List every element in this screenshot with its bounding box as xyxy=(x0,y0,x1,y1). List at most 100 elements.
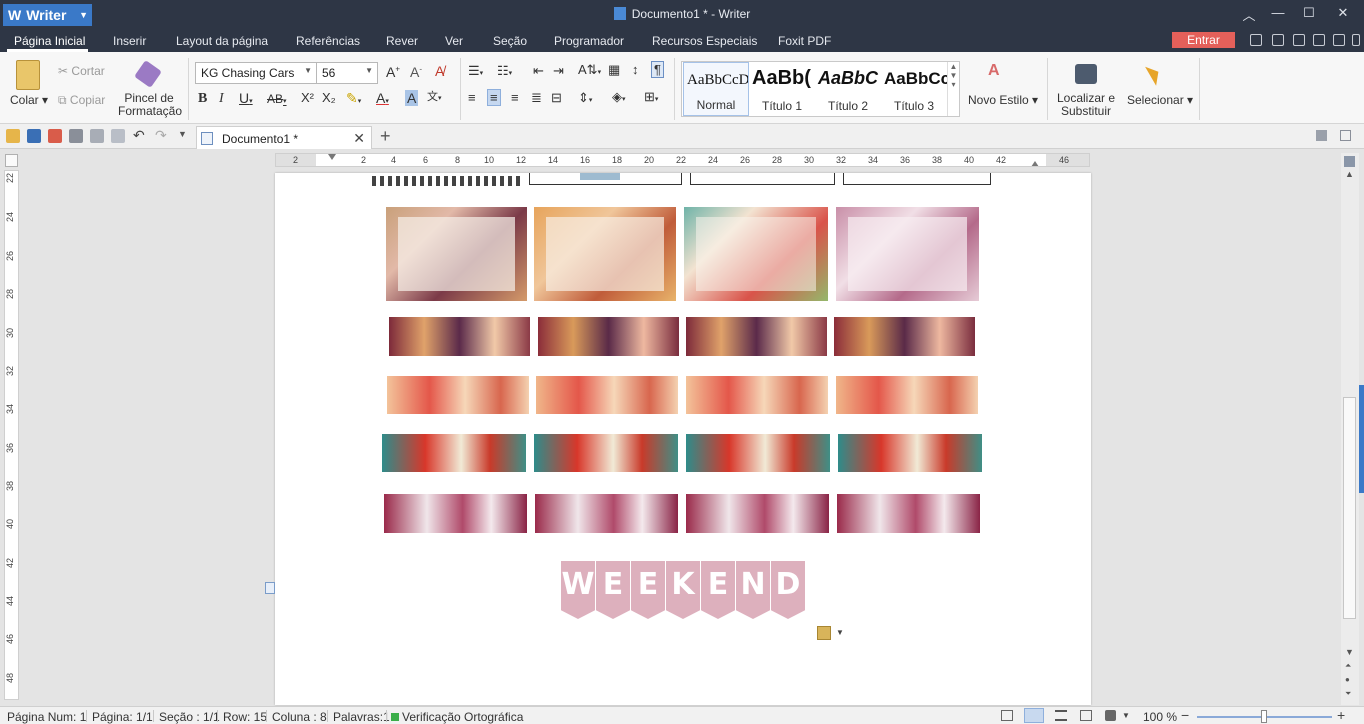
vertical-ruler[interactable]: 22 24 26 28 30 32 34 36 38 40 42 44 46 4… xyxy=(4,170,19,700)
dotted-border-image[interactable] xyxy=(372,176,520,186)
label-frame-image[interactable] xyxy=(529,173,682,185)
find-replace-button[interactable]: Localizar e Substituir xyxy=(1056,92,1116,118)
export-pdf-icon[interactable] xyxy=(48,129,62,143)
superscript-icon[interactable]: X² xyxy=(301,90,314,105)
document-page[interactable]: W E E K E N D ▼ xyxy=(275,173,1091,705)
maximize-button[interactable]: ☐ xyxy=(1294,5,1324,21)
close-button[interactable]: ✕ xyxy=(1328,5,1358,21)
floral-strip-image[interactable] xyxy=(535,494,678,533)
zoom-out-icon[interactable]: − xyxy=(1181,707,1189,723)
tab-inserir[interactable]: Inserir xyxy=(113,34,146,48)
floral-card-image[interactable] xyxy=(684,207,828,301)
format-painter-icon[interactable] xyxy=(134,60,162,88)
tab-list-icon[interactable] xyxy=(1316,130,1327,141)
show-marks-icon[interactable]: ¶ xyxy=(651,61,664,78)
highlight-icon[interactable]: ✎▾ xyxy=(346,90,361,107)
italic-icon[interactable]: I xyxy=(219,91,224,107)
paragraph-shading-icon[interactable]: ◈▾ xyxy=(612,89,626,105)
cart-icon[interactable] xyxy=(1250,34,1262,46)
phonetic-guide-icon[interactable]: 文▾ xyxy=(427,88,442,104)
floral-strip-image[interactable] xyxy=(836,376,978,414)
navigation-pane-icon[interactable] xyxy=(1344,156,1355,167)
floral-strip-image[interactable] xyxy=(384,494,527,533)
tab-programador[interactable]: Programador xyxy=(554,34,624,48)
horizontal-ruler[interactable]: 2 2 4 6 8 10 12 14 16 18 20 22 24 26 28 … xyxy=(275,153,1090,167)
paste-icon[interactable] xyxy=(16,60,40,90)
vertical-scrollbar[interactable]: ▲ ▼ ⏶ ● ⏷ xyxy=(1341,153,1359,705)
floral-strip-image[interactable] xyxy=(389,317,530,356)
table-grid-icon[interactable]: ▦ xyxy=(608,62,620,78)
tab-pagina-inicial[interactable]: Página Inicial xyxy=(14,34,85,48)
floral-strip-image[interactable] xyxy=(838,434,982,472)
floral-strip-image[interactable] xyxy=(834,317,975,356)
cut-button[interactable]: ✂ Cortar xyxy=(58,64,105,78)
floral-strip-image[interactable] xyxy=(538,317,679,356)
next-page-icon[interactable]: ⏷ xyxy=(1345,689,1351,699)
new-tab-icon[interactable]: + xyxy=(380,126,391,147)
scroll-up-icon[interactable]: ▲ xyxy=(1345,169,1354,179)
borders-icon[interactable]: ⊞▾ xyxy=(644,89,658,105)
zoom-level[interactable]: 100 % xyxy=(1143,710,1177,724)
print-preview-icon[interactable] xyxy=(90,129,104,143)
account-icon[interactable] xyxy=(1293,34,1305,46)
font-color-icon[interactable]: A▾ xyxy=(376,90,389,106)
open-folder-icon[interactable] xyxy=(6,129,20,143)
chevron-down-icon[interactable]: ▼ xyxy=(1122,711,1130,720)
tab-rever[interactable]: Rever xyxy=(386,34,418,48)
login-button[interactable]: Entrar xyxy=(1172,32,1235,48)
floral-strip-image[interactable] xyxy=(534,434,678,472)
styles-scroll[interactable]: ▲ ▼ ▾ xyxy=(947,62,959,116)
skin-icon[interactable] xyxy=(1313,34,1325,46)
underline-icon[interactable]: U▾ xyxy=(239,90,253,106)
refresh-icon[interactable] xyxy=(1272,34,1284,46)
paragraph-options-icon[interactable] xyxy=(265,582,275,594)
minimize-button[interactable]: — xyxy=(1263,5,1293,20)
side-panel-toggle[interactable] xyxy=(1359,385,1364,493)
fullscreen-icon[interactable] xyxy=(1001,710,1013,721)
right-indent-marker[interactable] xyxy=(1031,161,1039,166)
floral-strip-image[interactable] xyxy=(686,434,830,472)
style-titulo-2[interactable]: AaBbC Título 2 xyxy=(815,62,881,116)
floral-card-image[interactable] xyxy=(386,207,527,301)
customize-quick-access-icon[interactable]: ▼ xyxy=(178,129,187,139)
tab-referencias[interactable]: Referências xyxy=(296,34,360,48)
floral-card-image[interactable] xyxy=(534,207,676,301)
print-icon[interactable] xyxy=(69,129,83,143)
undo-icon[interactable]: ↶ xyxy=(133,127,145,144)
grow-font-icon[interactable]: A+ xyxy=(386,64,400,80)
line-spacing-icon[interactable]: ⇕▾ xyxy=(578,90,592,106)
style-normal[interactable]: AaBbCcDd Normal xyxy=(683,62,749,116)
scrollbar-thumb[interactable] xyxy=(1343,397,1356,619)
strikethrough-icon[interactable]: AB▾ xyxy=(267,92,287,106)
justify-icon[interactable]: ≣ xyxy=(531,90,542,106)
numbered-list-icon[interactable]: ☷▾ xyxy=(497,63,512,79)
scroll-down-icon[interactable]: ▼ xyxy=(1345,647,1354,657)
floral-card-image[interactable] xyxy=(836,207,979,301)
copy-button[interactable]: ⧉ Copiar xyxy=(58,93,105,108)
tab-layout-da-pagina[interactable]: Layout da página xyxy=(176,34,268,48)
char-shading-icon[interactable]: A xyxy=(405,90,419,106)
decrease-indent-icon[interactable]: ⇤ xyxy=(533,63,544,79)
paste-button[interactable]: Colar ▾ xyxy=(10,93,48,107)
eye-protection-icon[interactable] xyxy=(1105,710,1116,721)
first-line-indent-marker[interactable] xyxy=(328,154,336,160)
align-center-icon[interactable]: ≡ xyxy=(487,89,501,106)
save-icon[interactable] xyxy=(27,129,41,143)
sort-icon[interactable]: ↕ xyxy=(632,62,639,77)
subscript-icon[interactable]: X₂ xyxy=(322,90,336,105)
bold-icon[interactable]: B xyxy=(198,91,207,107)
label-frame-image[interactable] xyxy=(690,173,835,185)
select-button[interactable]: Selecionar ▾ xyxy=(1127,93,1193,107)
increase-indent-icon[interactable]: ⇥ xyxy=(553,63,564,79)
web-view-icon[interactable] xyxy=(1080,710,1092,721)
floral-strip-image[interactable] xyxy=(382,434,526,472)
tab-secao[interactable]: Seção xyxy=(493,34,527,48)
page-view-icon[interactable] xyxy=(1024,708,1044,723)
ruler-toggle-icon[interactable] xyxy=(5,154,18,167)
text-direction-icon[interactable]: A⇅▾ xyxy=(578,62,601,78)
label-frame-image[interactable] xyxy=(843,173,991,185)
new-style-icon[interactable]: A xyxy=(988,62,1012,84)
floral-strip-image[interactable] xyxy=(536,376,678,414)
floral-strip-image[interactable] xyxy=(837,494,980,533)
zoom-slider-handle[interactable] xyxy=(1261,710,1267,723)
